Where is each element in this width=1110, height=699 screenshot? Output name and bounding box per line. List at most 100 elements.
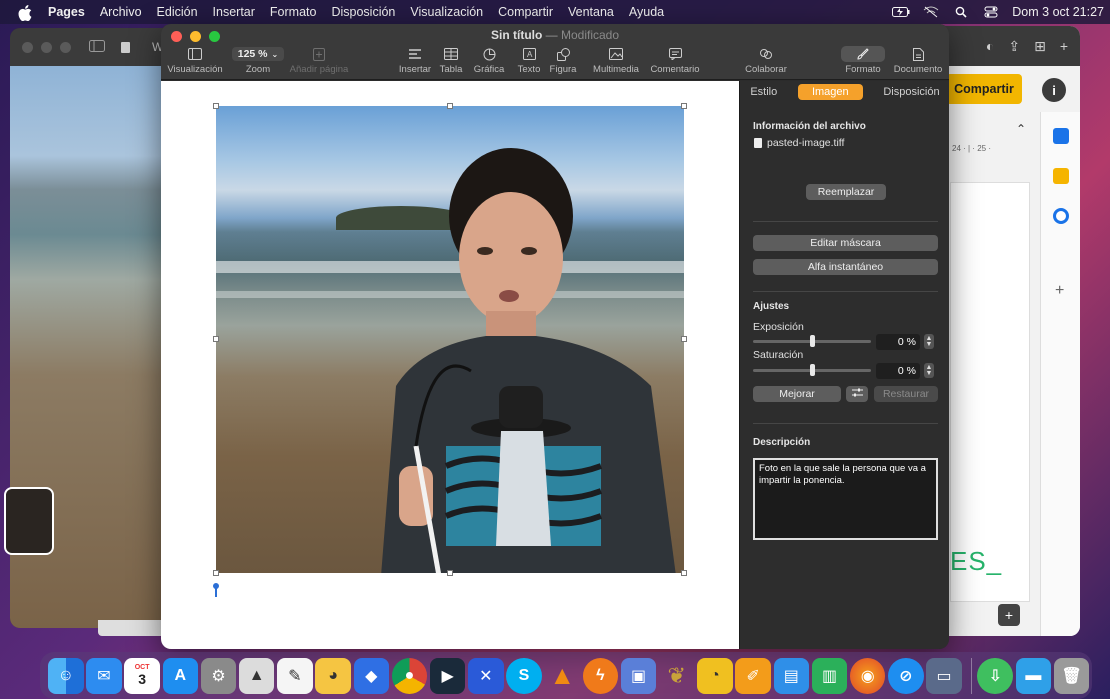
document-button[interactable]: Documento xyxy=(891,46,945,75)
share-icon[interactable]: ⇪ xyxy=(1008,38,1020,55)
tasks-icon[interactable] xyxy=(1053,208,1069,224)
calendar-icon[interactable]: OCT 3 xyxy=(124,657,160,694)
format-button[interactable]: Formato xyxy=(837,46,889,75)
app-store-icon[interactable]: A xyxy=(162,657,199,694)
info-icon[interactable]: i xyxy=(1042,78,1066,102)
pencil-app-icon[interactable]: ✐ xyxy=(735,657,771,694)
menu-insertar[interactable]: Insertar xyxy=(213,5,255,19)
share-button[interactable]: Compartir xyxy=(946,74,1022,104)
mail-icon[interactable]: ✉ xyxy=(86,657,122,694)
grid-icon[interactable]: ⊞ xyxy=(1034,38,1046,55)
chrome-icon[interactable]: ● xyxy=(391,657,428,694)
downloads-icon[interactable]: ⇩ xyxy=(977,657,1013,694)
battery-icon[interactable] xyxy=(892,5,910,19)
menu-edicion[interactable]: Edición xyxy=(157,5,198,19)
tab-disposicion[interactable]: Disposición xyxy=(883,86,939,98)
system-preferences-icon[interactable]: ⚙ xyxy=(200,657,237,694)
background-thumbnail[interactable] xyxy=(4,487,54,555)
instant-alpha-button[interactable]: Alfa instantáneo xyxy=(753,259,938,275)
add-button[interactable]: + xyxy=(998,604,1020,626)
menu-ayuda[interactable]: Ayuda xyxy=(629,5,664,19)
shape-button[interactable]: Figura xyxy=(547,46,579,75)
selected-photo[interactable] xyxy=(216,106,684,573)
add-addon-icon[interactable]: + xyxy=(1055,282,1064,300)
save-app-icon[interactable]: ▣ xyxy=(620,657,657,694)
exposure-slider[interactable] xyxy=(753,335,871,347)
window-zoom-dot[interactable] xyxy=(60,41,71,53)
selection-handle[interactable] xyxy=(213,336,219,342)
flash-icon[interactable]: ϟ xyxy=(582,657,619,694)
exposure-slider-knob[interactable] xyxy=(809,335,815,347)
search-icon[interactable] xyxy=(952,5,970,19)
saturation-slider-knob[interactable] xyxy=(809,364,815,376)
selection-handle[interactable] xyxy=(447,570,453,576)
menu-ventana[interactable]: Ventana xyxy=(568,5,614,19)
restore-button[interactable]: Restaurar xyxy=(874,386,938,402)
replace-button[interactable]: Reemplazar xyxy=(806,184,886,200)
add-page-button[interactable]: Añadir página xyxy=(289,46,349,75)
selection-handle[interactable] xyxy=(681,570,687,576)
apple-menu-icon[interactable] xyxy=(18,5,34,21)
selection-handle[interactable] xyxy=(213,103,219,109)
document-canvas[interactable] xyxy=(161,81,739,649)
folder-icon[interactable]: ▬ xyxy=(1015,657,1052,694)
menu-formato[interactable]: Formato xyxy=(270,5,317,19)
tab-estilo[interactable]: Estilo xyxy=(750,86,777,98)
add-tab-icon[interactable]: + xyxy=(1060,38,1068,54)
trash-icon[interactable]: 🗑 xyxy=(1053,657,1090,694)
saturation-stepper[interactable]: ▲ ▼ xyxy=(924,363,934,378)
sidebar-toggle-icon[interactable] xyxy=(89,39,105,55)
insert-button[interactable]: Insertar xyxy=(397,46,433,75)
preview-icon[interactable]: ▲ xyxy=(238,657,275,694)
owl-app-icon[interactable]: ❦ xyxy=(659,658,695,694)
vlc-icon[interactable]: ▲ xyxy=(544,658,580,694)
rss-icon[interactable]: ◔ xyxy=(697,657,733,694)
wifi-off-icon[interactable] xyxy=(922,5,940,19)
calendar-icon[interactable] xyxy=(1053,128,1069,144)
chart-button[interactable]: Gráfica xyxy=(472,46,506,75)
dropbox-icon[interactable]: ◆ xyxy=(353,657,389,694)
exposure-value-field[interactable]: 0 % xyxy=(876,334,920,350)
menu-disposicion[interactable]: Disposición xyxy=(331,5,395,19)
screen-app-icon[interactable]: ▭ xyxy=(926,657,962,694)
menu-compartir[interactable]: Compartir xyxy=(498,5,553,19)
window-minimize-dot[interactable] xyxy=(41,41,52,53)
duck-app-icon[interactable]: ◕ xyxy=(315,657,351,694)
edit-mask-button[interactable]: Editar máscara xyxy=(753,235,938,251)
levels-button[interactable] xyxy=(846,386,868,402)
tab-imagen[interactable]: Imagen xyxy=(797,84,863,100)
selection-handle[interactable] xyxy=(681,336,687,342)
description-textarea[interactable]: Foto en la que sale la persona que va a … xyxy=(753,458,938,540)
collaborate-button[interactable]: Colaborar xyxy=(745,46,787,75)
saturation-value-field[interactable]: 0 % xyxy=(876,363,920,379)
textedit-icon[interactable]: ✎ xyxy=(277,657,313,694)
enhance-button[interactable]: Mejorar xyxy=(753,386,841,402)
x-app-icon[interactable]: ✕ xyxy=(468,657,504,694)
saturation-slider[interactable] xyxy=(753,364,871,376)
numbers-icon[interactable]: ▥ xyxy=(811,657,848,694)
toggle-icon[interactable]: ◐ xyxy=(986,38,994,54)
selection-handle[interactable] xyxy=(213,570,219,576)
finder-icon[interactable]: ☺ xyxy=(48,657,84,694)
menu-visualizacion[interactable]: Visualización xyxy=(410,5,483,19)
keep-icon[interactable] xyxy=(1053,168,1069,184)
zoom-select[interactable]: 125 % ⌄ xyxy=(231,47,285,61)
video-app-icon[interactable]: ▶ xyxy=(429,657,466,694)
selection-handle[interactable] xyxy=(681,103,687,109)
skype-icon[interactable]: S xyxy=(506,657,542,694)
zoom-control[interactable]: 125 % ⌄ Zoom xyxy=(231,46,285,75)
text-button[interactable]: A Texto xyxy=(514,46,544,75)
comment-button[interactable]: Comentario xyxy=(647,46,703,75)
menu-archivo[interactable]: Archivo xyxy=(100,5,142,19)
control-center-icon[interactable] xyxy=(982,5,1000,19)
safari-icon[interactable]: ⊘ xyxy=(888,657,924,694)
chevron-up-icon[interactable]: ⌃ xyxy=(1016,122,1026,136)
menu-app-name[interactable]: Pages xyxy=(48,5,85,19)
exposure-stepper[interactable]: ▲ ▼ xyxy=(924,334,934,349)
selection-handle[interactable] xyxy=(447,103,453,109)
menubar-clock[interactable]: Dom 3 oct 21:27 xyxy=(1012,5,1104,19)
table-button[interactable]: Tabla xyxy=(436,46,466,75)
insertion-point-marker[interactable] xyxy=(213,583,219,597)
media-button[interactable]: Multimedia xyxy=(589,46,643,75)
firefox-icon[interactable]: ◉ xyxy=(849,657,886,694)
